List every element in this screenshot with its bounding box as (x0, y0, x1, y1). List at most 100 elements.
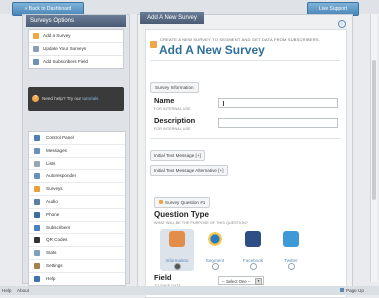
radio-button[interactable] (174, 263, 181, 270)
initial-text-message-label: Initial Text Message (154, 153, 195, 158)
menu-item-label: Messages (46, 147, 67, 153)
page-subtitle: CREATE A NEW SURVEY TO SEGMENT AND GET D… (160, 37, 321, 42)
survey-form: CREATE A NEW SURVEY TO SEGMENT AND GET D… (145, 29, 347, 298)
audio-icon (34, 198, 40, 205)
help-text: Need help? Try our (42, 96, 82, 101)
add-icon (33, 33, 39, 39)
edit-icon (33, 46, 39, 52)
arrow-up-icon (340, 288, 344, 292)
field-select[interactable]: -- Select One -- ▾ (218, 276, 264, 285)
sidebar-link-label: Update Your Surveys (43, 46, 87, 51)
description-sublabel: FOR INTERNAL USE (154, 127, 191, 131)
help-icon (34, 275, 40, 282)
sidebar-link-add-survey[interactable]: Add a Survey (29, 30, 123, 43)
menu-item-surveys[interactable]: Surveys (29, 183, 125, 196)
survey-icon (150, 41, 157, 48)
menu-item-control-panel[interactable]: Control Panel (29, 132, 125, 145)
menu-item-audio[interactable]: Audio (29, 196, 125, 209)
name-input[interactable] (218, 98, 338, 108)
name-label: Name (154, 96, 175, 105)
menu-item-label: Audio (46, 198, 58, 204)
survey-information-tag: Survey Information (150, 82, 199, 93)
divider (150, 60, 340, 61)
menu-item-label: Settings (46, 262, 63, 268)
survey-options-box: Add a Survey Update Your Surveys Add Sub… (28, 29, 124, 69)
qr-codes-icon (34, 237, 40, 244)
menu-item-qr-codes[interactable]: QR Codes (29, 234, 125, 248)
menu-item-phone[interactable]: Phone (29, 209, 125, 222)
menu-item-settings[interactable]: Settings (29, 260, 125, 273)
question-type-subtitle: WHAT WILL BE THE PURPOSE OF THIS QUESTIO… (154, 221, 248, 225)
twitter-icon (283, 231, 299, 247)
radio-button[interactable] (212, 263, 219, 270)
control-panel-icon (34, 135, 40, 141)
menu-item-label: QR Codes (46, 237, 68, 243)
description-label: Description (154, 116, 196, 125)
scroll-thumb[interactable] (372, 60, 376, 200)
menu-item-messages[interactable]: Messages (29, 145, 125, 158)
divider (150, 138, 340, 139)
subscribers-icon (34, 224, 40, 231)
question-type-facebook[interactable]: Facebook (236, 229, 270, 271)
menu-item-label: Surveys (46, 186, 63, 192)
question-mark-icon: ? (32, 95, 39, 102)
main-menu: Control Panel Messages Lists Autorespond… (28, 131, 126, 286)
lists-icon (34, 160, 40, 167)
expand-icon: [+] (195, 153, 201, 158)
name-sublabel: FOR INTERNAL USE (154, 107, 191, 111)
page-up-link[interactable]: Page Up (340, 286, 364, 295)
surveys-icon (34, 186, 40, 193)
main-panel-header: Add A New Survey (140, 12, 204, 24)
radio-button[interactable] (250, 263, 257, 270)
radio-button[interactable] (288, 263, 295, 270)
messages-icon (34, 147, 40, 154)
menu-item-subscribers[interactable]: Subscribers (29, 222, 125, 235)
sidebar-link-label: Add Subscribers Field (43, 59, 88, 64)
stats-icon (34, 250, 40, 257)
question-icon (159, 200, 163, 204)
initial-text-alternative-label: Initial Text Message Alternative (154, 168, 217, 173)
field-icon (33, 59, 39, 65)
phone-icon (34, 211, 40, 218)
menu-item-label: Lists (46, 160, 56, 166)
menu-item-label: Autoresponder (46, 173, 77, 179)
menu-item-label: Phone (46, 211, 60, 217)
menu-item-stats[interactable]: Stats (29, 247, 125, 260)
survey-question-tag: Survey Question #1 (154, 197, 211, 208)
menu-item-label: Stats (46, 250, 57, 256)
sidebar-header: Surveys Options (26, 15, 126, 27)
initial-text-message-toggle[interactable]: Initial Text Message [+] (150, 150, 205, 161)
question-type-segment[interactable]: Segment (198, 229, 232, 271)
question-type-information[interactable]: Information (160, 229, 194, 271)
sidebar: Surveys Options Add a Survey Update Your… (22, 14, 130, 286)
footer-about-link[interactable]: About (17, 286, 29, 295)
main-panel: Add A New Survey i CREATE A NEW SURVEY T… (137, 12, 353, 298)
sidebar-link-add-subscribers-field[interactable]: Add Subscribers Field (29, 56, 123, 68)
facebook-icon (245, 231, 261, 247)
info-icon[interactable]: i (338, 20, 346, 28)
page-scrollbar[interactable] (370, 14, 377, 282)
menu-item-label: Control Panel (46, 135, 74, 140)
menu-item-help[interactable]: Help (29, 273, 125, 285)
pie-chart-icon (207, 231, 223, 247)
menu-item-lists[interactable]: Lists (29, 158, 125, 171)
initial-text-alternative-toggle[interactable]: Initial Text Message Alternative [+] (150, 165, 228, 176)
menu-item-autoresponder[interactable]: Autoresponder (29, 170, 125, 184)
help-box: ? Need help? Try our tutorials (28, 87, 124, 111)
page-up-label: Page Up (346, 288, 364, 293)
question-type-twitter[interactable]: Twitter (274, 229, 308, 271)
sidebar-link-update-surveys[interactable]: Update Your Surveys (29, 43, 123, 56)
menu-item-label: Subscribers (46, 224, 71, 230)
survey-question-label: Survey Question #1 (165, 200, 206, 205)
footer: Help About Page Up (0, 286, 379, 295)
tutorials-link[interactable]: tutorials (82, 96, 98, 101)
field-label: Field (154, 273, 172, 282)
footer-help-link[interactable]: Help (2, 286, 11, 295)
person-icon (169, 231, 185, 247)
text-caret (223, 101, 224, 106)
autoresponder-icon (34, 173, 40, 180)
question-type-title: Question Type (154, 210, 209, 219)
description-input[interactable] (218, 118, 338, 128)
sidebar-link-label: Add a Survey (43, 33, 71, 38)
menu-item-label: Help (46, 275, 56, 281)
